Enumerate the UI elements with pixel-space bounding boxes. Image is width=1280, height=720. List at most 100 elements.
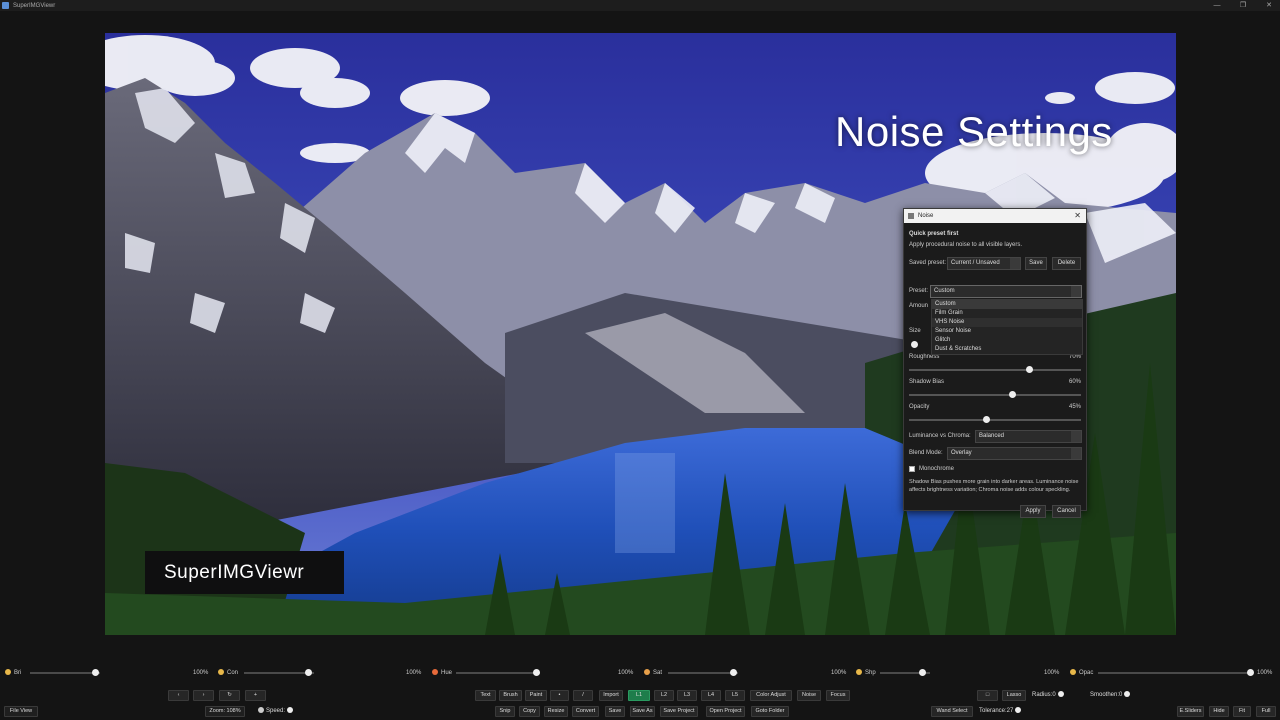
saved-preset-value: Current / Unsaved: [951, 260, 1000, 266]
open-project-button[interactable]: Open Project: [706, 706, 745, 717]
blend-mode-select[interactable]: Overlay: [947, 447, 1082, 460]
wand-select-button[interactable]: Wand Select: [931, 706, 973, 717]
amount-label: Amoun: [909, 303, 929, 309]
sharpen-group: Shp: [856, 665, 876, 681]
saved-preset-select[interactable]: Current / Unsaved: [947, 257, 1021, 270]
sun-icon: [5, 669, 11, 676]
goto-folder-button[interactable]: Goto Folder: [751, 706, 789, 717]
dot-tool-button[interactable]: •: [550, 690, 569, 701]
shadow-bias-slider[interactable]: [909, 394, 1081, 396]
roughness-slider[interactable]: [909, 369, 1081, 371]
saturation-slider-knob[interactable]: [730, 669, 737, 676]
brush-tool-button[interactable]: Brush: [499, 690, 522, 701]
smoothen-knob[interactable]: [1124, 691, 1131, 698]
overlay-title: Noise Settings: [835, 108, 1113, 155]
color-adjust-button[interactable]: Color Adjust: [750, 690, 792, 701]
smoothen-control[interactable]: Smoothen:0: [1090, 690, 1131, 701]
opacity-adjust-slider-knob[interactable]: [1247, 669, 1254, 676]
convert-button[interactable]: Convert: [572, 706, 599, 717]
layer-5-button[interactable]: L5: [725, 690, 745, 701]
layer-1-button[interactable]: L1: [628, 690, 650, 701]
speed-control[interactable]: Speed:: [258, 706, 294, 717]
dialog-close-icon[interactable]: ✕: [1074, 211, 1081, 220]
layer-4-button[interactable]: L4: [701, 690, 721, 701]
noise-button[interactable]: Noise: [797, 690, 821, 701]
radius-label: Radius:0: [1032, 692, 1056, 698]
opacity-slider[interactable]: [909, 419, 1081, 421]
opacity-slider-knob[interactable]: [982, 416, 990, 423]
save-preset-button[interactable]: Save: [1025, 257, 1047, 270]
prev-button[interactable]: ‹: [168, 690, 189, 701]
close-window-button[interactable]: ✕: [1260, 0, 1278, 11]
lum-chroma-select[interactable]: Balanced: [975, 430, 1082, 443]
contrast-group: Con: [218, 665, 238, 681]
minimize-button[interactable]: —: [1208, 0, 1226, 11]
save-button[interactable]: Save: [605, 706, 625, 717]
file-view-button[interactable]: File View: [4, 706, 38, 717]
opacity-value: 45%: [1068, 404, 1081, 410]
apply-button[interactable]: Apply: [1020, 505, 1046, 518]
lasso-button[interactable]: Lasso: [1002, 690, 1026, 701]
layer-2-button[interactable]: L2: [654, 690, 674, 701]
brightness-value: 100%: [193, 670, 209, 676]
hide-button[interactable]: Hide: [1209, 706, 1229, 717]
text-tool-button[interactable]: Text: [475, 690, 496, 701]
tolerance-knob[interactable]: [1015, 707, 1022, 714]
contrast-value: 100%: [406, 670, 422, 676]
contrast-slider[interactable]: [244, 672, 314, 674]
copy-button[interactable]: Copy: [519, 706, 540, 717]
brightness-slider-knob[interactable]: [92, 669, 99, 676]
maximize-button[interactable]: ❐: [1234, 0, 1252, 11]
radius-control[interactable]: Radius:0: [1032, 690, 1064, 701]
monochrome-label: Monochrome: [919, 466, 955, 472]
paint-tool-button[interactable]: Paint: [525, 690, 547, 701]
line-tool-button[interactable]: /: [573, 690, 593, 701]
chevron-down-icon: [1071, 431, 1081, 442]
preset-option[interactable]: Sensor Noise: [932, 327, 1082, 336]
brightness-slider[interactable]: [30, 672, 100, 674]
app-icon: [2, 2, 9, 9]
dialog-titlebar[interactable]: Noise ✕: [904, 209, 1086, 223]
layer-3-button[interactable]: L3: [677, 690, 697, 701]
resize-button[interactable]: Resize: [544, 706, 568, 717]
rotate-button[interactable]: ↻: [219, 690, 240, 701]
hue-slider-knob[interactable]: [533, 669, 540, 676]
sharpen-value: 100%: [1044, 670, 1060, 676]
rect-select-button[interactable]: □: [977, 690, 998, 701]
opacity-adjust-label: Opac: [1079, 670, 1094, 676]
delete-preset-button[interactable]: Delete: [1052, 257, 1081, 270]
sharpen-slider-knob[interactable]: [919, 669, 926, 676]
add-button[interactable]: +: [245, 690, 266, 701]
focus-button[interactable]: Focus: [826, 690, 850, 701]
preset-option[interactable]: Glitch: [932, 336, 1082, 345]
saturation-slider[interactable]: [668, 672, 738, 674]
contrast-slider-knob[interactable]: [305, 669, 312, 676]
speed-knob[interactable]: [287, 707, 294, 714]
dialog-subtitle: Apply procedural noise to all visible la…: [909, 242, 1023, 248]
monochrome-checkbox[interactable]: [909, 466, 915, 472]
sharpen-icon: [856, 669, 862, 676]
hue-slider[interactable]: [456, 672, 540, 674]
contrast-label: Con: [227, 670, 239, 676]
shadow-bias-slider-knob[interactable]: [1008, 391, 1016, 398]
roughness-slider-knob[interactable]: [1025, 366, 1033, 373]
save-as-button[interactable]: Save As: [630, 706, 655, 717]
import-button[interactable]: Import: [599, 690, 623, 701]
preset-select[interactable]: Custom: [930, 285, 1082, 298]
next-button[interactable]: ›: [193, 690, 214, 701]
full-button[interactable]: Full: [1256, 706, 1276, 717]
radius-knob[interactable]: [1057, 691, 1064, 698]
save-project-button[interactable]: Save Project: [660, 706, 698, 717]
opacity-adjust-slider[interactable]: [1098, 672, 1253, 674]
preset-option[interactable]: Dust & Scratches: [932, 345, 1082, 354]
fit-button[interactable]: Fit: [1233, 706, 1251, 717]
preset-dropdown-list: Custom Film Grain VHS Noise Sensor Noise…: [931, 299, 1083, 355]
e-sliders-button[interactable]: E.Sliders: [1177, 706, 1204, 717]
preset-option[interactable]: Film Grain: [932, 309, 1082, 318]
size-slider-knob[interactable]: [911, 341, 918, 348]
snip-button[interactable]: Snip: [495, 706, 515, 717]
preset-option[interactable]: VHS Noise: [932, 318, 1082, 327]
tolerance-control[interactable]: Tolerance:27: [979, 706, 1022, 717]
cancel-button[interactable]: Cancel: [1052, 505, 1081, 518]
preset-option[interactable]: Custom: [932, 300, 1082, 309]
